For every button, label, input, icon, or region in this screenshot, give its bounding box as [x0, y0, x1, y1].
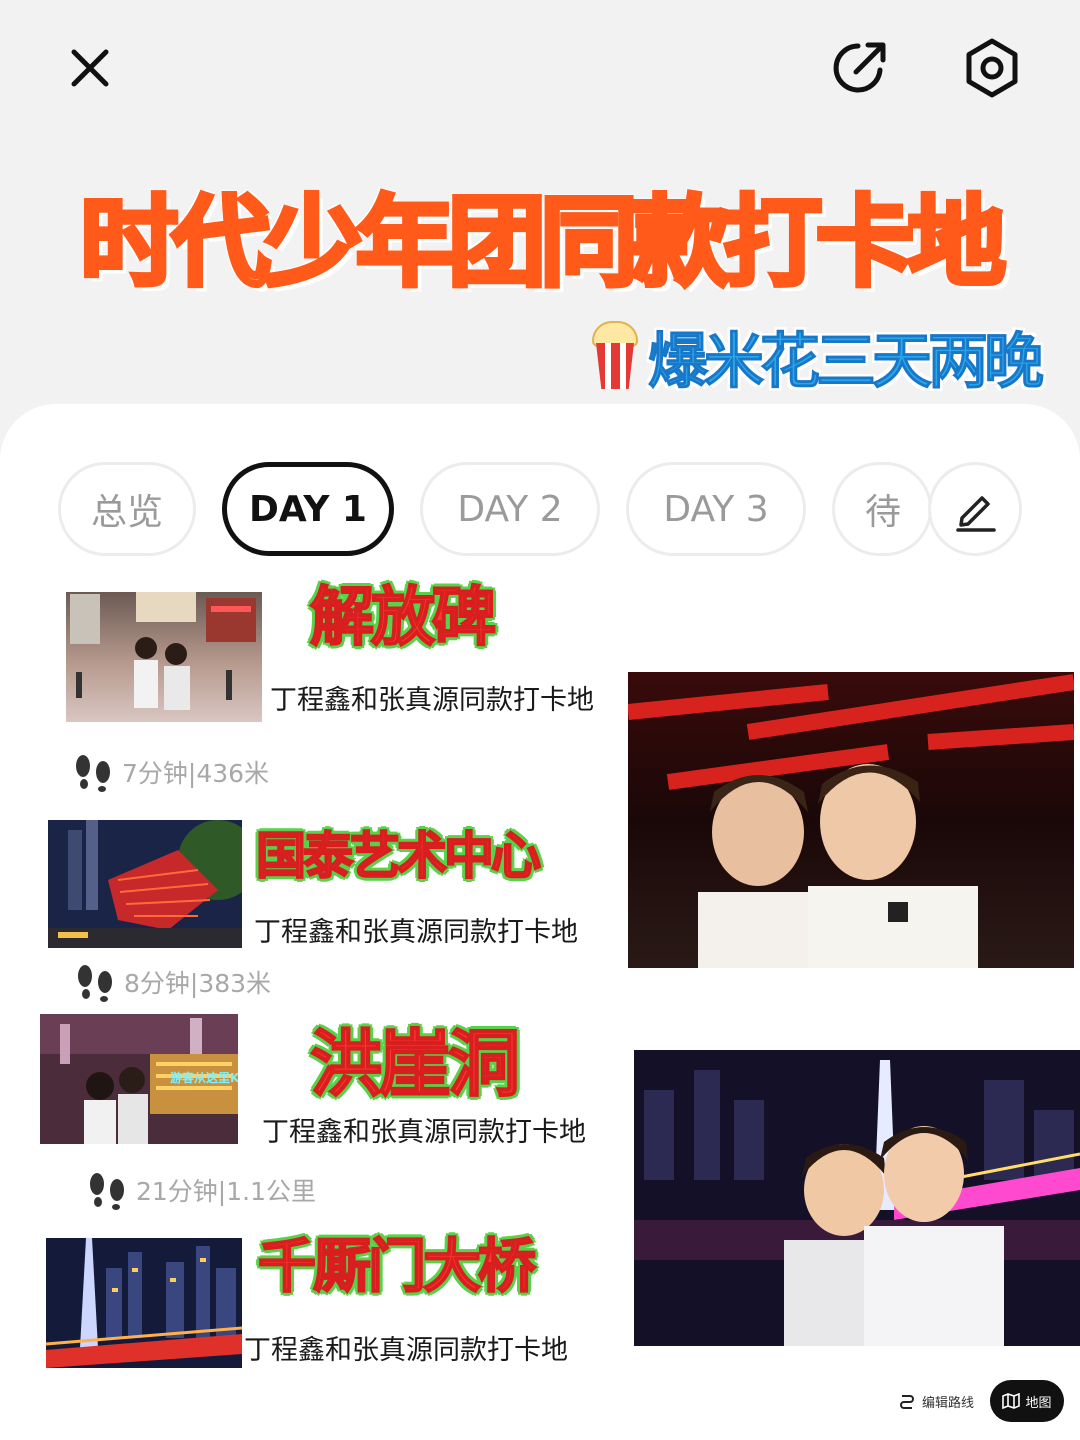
hero-subtitle: 爆米花三天两晚 [648, 326, 1045, 397]
hero-title: 时代少年团同款打卡地 [77, 184, 1008, 303]
popcorn-icon [590, 321, 640, 391]
stop-name: 千厮门大桥 [257, 1231, 537, 1301]
walk-text: 7分钟|436米 [122, 759, 270, 788]
footprints-icon [90, 1173, 124, 1210]
walk-text: 21分钟|1.1公里 [136, 1177, 316, 1206]
share-icon[interactable] [826, 34, 894, 102]
walk-distance: 21分钟|1.1公里 [86, 1170, 316, 1210]
thumb-overlay-text: 游客从这里K [170, 1070, 238, 1085]
stop-description: 丁程鑫和张真源同款打卡地 [244, 1335, 568, 1366]
footprints-icon [76, 755, 110, 792]
stop-thumbnail[interactable] [48, 820, 242, 948]
map-button[interactable]: 地图 [990, 1380, 1064, 1422]
top-bar [0, 0, 1080, 140]
featured-photo [634, 1050, 1080, 1346]
stop-name: 洪崖洞 [309, 1021, 521, 1107]
tab-overview[interactable]: 总览 [58, 462, 196, 556]
subtitle-row: 爆米花三天两晚 [590, 318, 1045, 397]
stop-thumbnail[interactable]: 游客从这里K [40, 1014, 238, 1144]
stop-thumbnail[interactable] [46, 1238, 242, 1368]
tab-day-1[interactable]: DAY 1 [222, 462, 394, 556]
tab-day-3[interactable]: DAY 3 [626, 462, 806, 556]
walk-distance: 8分钟|383米 [74, 962, 271, 1002]
stop-description: 丁程鑫和张真源同款打卡地 [254, 917, 578, 948]
stop-name: 国泰艺术中心 [255, 826, 542, 886]
map-label: 地图 [1025, 1395, 1052, 1411]
map-icon [1002, 1393, 1021, 1409]
walk-distance: 7分钟|436米 [72, 752, 269, 792]
edit-route-button[interactable]: 编辑路线 [886, 1380, 986, 1422]
stop-thumbnail[interactable] [66, 592, 262, 722]
footprints-icon [78, 965, 112, 1002]
tab-day-2[interactable]: DAY 2 [420, 462, 600, 556]
stop-description: 丁程鑫和张真源同款打卡地 [270, 685, 594, 716]
settings-icon[interactable] [958, 34, 1026, 102]
walk-text: 8分钟|383米 [124, 969, 272, 998]
edit-route-label: 编辑路线 [922, 1395, 975, 1411]
stop-description: 丁程鑫和张真源同款打卡地 [262, 1117, 586, 1148]
tab-pending[interactable]: 待 [832, 462, 932, 556]
route-icon [900, 1395, 914, 1409]
stop-name: 解放碑 [309, 580, 497, 656]
featured-photo [628, 672, 1074, 968]
close-icon[interactable] [58, 36, 122, 100]
pencil-icon[interactable] [928, 462, 1022, 556]
